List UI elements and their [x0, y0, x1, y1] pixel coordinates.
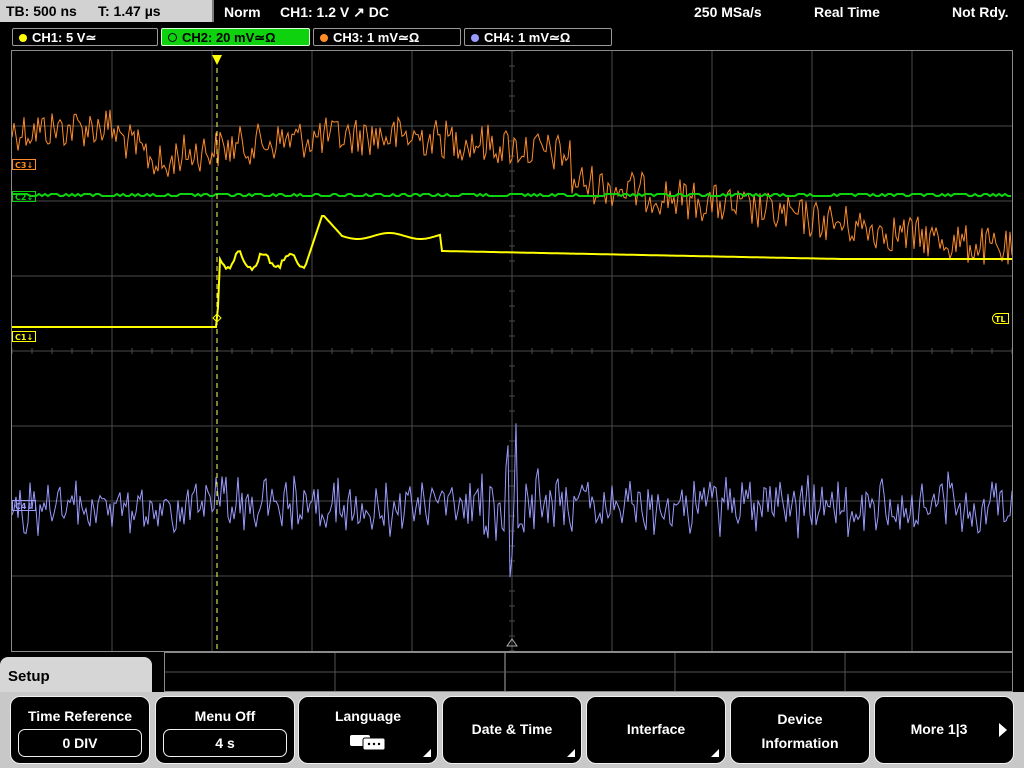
channel-3-button[interactable]: CH3: 1 mV≃Ω [313, 28, 461, 46]
channel-1-offset-marker[interactable]: C1↓ [12, 331, 37, 342]
softkey-menu: Time Reference 0 DIV Menu Off 4 s Langua… [0, 692, 1024, 768]
channel-2-button[interactable]: CH2: 20 mV≃Ω [161, 28, 310, 46]
channel-1-dot-icon [19, 34, 27, 42]
time-reference-button[interactable]: Time Reference 0 DIV [10, 696, 150, 764]
status-bar: TB: 500 ns T: 1.47 µs Norm CH1: 1.2 V ↗ … [0, 0, 1024, 24]
timebase-overview [164, 652, 1013, 692]
channel-4-offset-marker[interactable]: C4↓ [12, 500, 37, 511]
date-time-label: Date & Time [471, 721, 553, 737]
interface-button[interactable]: Interface [586, 696, 726, 764]
channel-2-offset-marker[interactable]: C2↓ [12, 191, 37, 202]
time-reference-label: Time Reference [27, 708, 132, 724]
timebase-box[interactable]: TB: 500 ns T: 1.47 µs [0, 0, 214, 22]
channel-2-label: CH2: 20 mV≃Ω [182, 30, 276, 45]
channel-4-label: CH4: 1 mV≃Ω [484, 30, 571, 45]
language-button[interactable]: Language [298, 696, 438, 764]
menu-off-button[interactable]: Menu Off 4 s [155, 696, 295, 764]
submenu-corner-icon [711, 749, 719, 757]
channel-4-button[interactable]: CH4: 1 mV≃Ω [464, 28, 612, 46]
device-information-button[interactable]: Device Information [730, 696, 870, 764]
waveform-display[interactable]: C3↓ C2↓ C1↓ C4↓ TL [11, 50, 1013, 652]
channel-4-dot-icon [471, 34, 479, 42]
channel-3-offset-marker[interactable]: C3↓ [12, 159, 37, 170]
timebase-overview-ticks [165, 653, 1012, 691]
menu-title-tab: Setup [0, 657, 152, 697]
more-button[interactable]: More 1|3 [874, 696, 1014, 764]
language-label: Language [334, 708, 402, 724]
waveform-canvas [12, 51, 1012, 651]
timebase-value: TB: 500 ns [6, 3, 77, 19]
submenu-corner-icon [423, 749, 431, 757]
sample-rate: 250 MSa/s [694, 4, 762, 20]
trigger-level-marker[interactable]: TL [992, 313, 1009, 324]
channel-bar: CH1: 5 V≃ CH2: 20 mV≃Ω CH3: 1 mV≃Ω CH4: … [0, 24, 1024, 48]
channel-3-dot-icon [320, 34, 328, 42]
acquisition-mode: Real Time [814, 4, 880, 20]
next-page-icon [999, 723, 1007, 737]
more-label: More 1|3 [910, 721, 968, 737]
channel-2-dot-icon [168, 33, 177, 42]
trigger-position-marker-icon[interactable] [212, 55, 222, 65]
channel-1-label: CH1: 5 V≃ [32, 30, 97, 45]
speech-bubbles-icon [350, 735, 386, 751]
device-information-label-1: Device [777, 711, 823, 727]
submenu-corner-icon [567, 749, 575, 757]
trigger-time-value: T: 1.47 µs [98, 3, 161, 19]
channel-1-button[interactable]: CH1: 5 V≃ [12, 28, 158, 46]
channel-3-label: CH3: 1 mV≃Ω [333, 30, 420, 45]
acquisition-state: Not Rdy. [952, 4, 1009, 20]
trigger-setup[interactable]: CH1: 1.2 V ↗ DC [280, 0, 389, 24]
device-information-label-2: Information [761, 735, 839, 751]
interface-label: Interface [626, 721, 686, 737]
time-reference-value: 0 DIV [18, 729, 142, 757]
menu-off-label: Menu Off [194, 708, 256, 724]
date-time-button[interactable]: Date & Time [442, 696, 582, 764]
trigger-mode[interactable]: Norm [224, 0, 261, 24]
menu-off-value: 4 s [163, 729, 287, 757]
